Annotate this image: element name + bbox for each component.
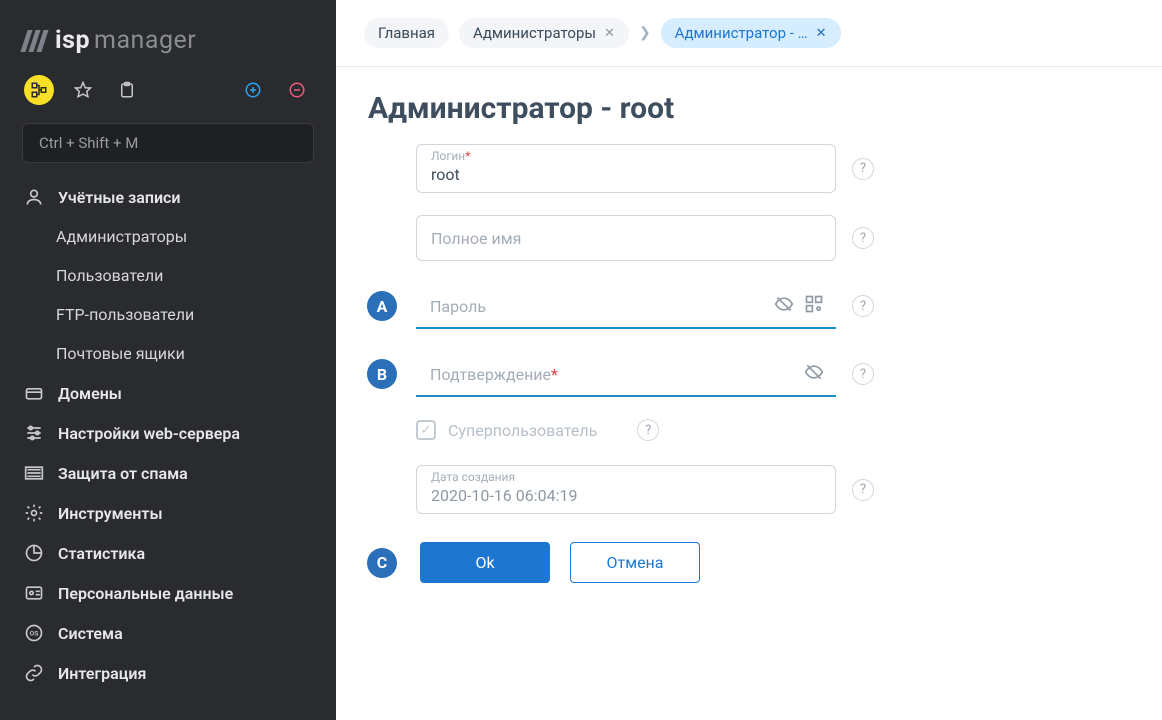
expand-all-icon[interactable]	[238, 75, 268, 105]
sidebar-group-domains[interactable]: Домены	[0, 373, 336, 413]
logo-text-bold: isp	[55, 26, 90, 55]
password-placeholder: Пароль	[430, 297, 486, 316]
sidebar-item-mailboxes[interactable]: Почтовые ящики	[0, 334, 336, 373]
logo-text-light: manager	[94, 26, 196, 55]
main-area: Главная Администраторы ✕ ❯ Администратор…	[336, 0, 1162, 720]
sidebar-item-admins[interactable]: Администраторы	[0, 217, 336, 256]
users-icon	[24, 187, 44, 207]
confirm-placeholder: Подтверждение*	[430, 365, 558, 384]
login-field[interactable]: Логин* root	[416, 144, 836, 193]
chevron-right-icon: ❯	[639, 25, 651, 41]
sliders-icon	[24, 423, 44, 443]
sidebar-group-webserver[interactable]: Настройки web-сервера	[0, 413, 336, 453]
fullname-field[interactable]: Полное имя	[416, 215, 836, 261]
page-title: Администратор - root	[368, 91, 1134, 126]
sidebar-menu: Учётные записи Администраторы Пользовате…	[0, 177, 336, 720]
domains-icon	[24, 383, 44, 403]
sidebar-search-placeholder: Ctrl + Shift + M	[39, 134, 138, 152]
cancel-button[interactable]: Отмена	[570, 542, 700, 583]
help-icon[interactable]: ?	[852, 295, 874, 317]
sidebar: ispmanager Ctrl + Shift + M Учётные запи…	[0, 0, 336, 720]
close-icon[interactable]: ✕	[604, 26, 615, 41]
breadcrumb-home[interactable]: Главная	[364, 18, 449, 48]
superuser-row: ✓ Суперпользователь ?	[416, 419, 1134, 441]
sidebar-group-personal[interactable]: Персональные данные	[0, 573, 336, 613]
eye-icon[interactable]	[774, 294, 794, 318]
id-icon	[24, 583, 44, 603]
logo-bars-icon	[24, 30, 45, 52]
created-value: 2020-10-16 06:04:19	[431, 486, 577, 505]
tree-view-icon[interactable]	[24, 75, 54, 105]
app-logo[interactable]: ispmanager	[0, 0, 336, 75]
help-icon[interactable]: ?	[852, 158, 874, 180]
created-label: Дата создания	[431, 470, 515, 484]
sidebar-group-label: Учётные записи	[58, 188, 181, 207]
confirm-password-field[interactable]: Подтверждение*	[416, 351, 836, 397]
breadcrumb: Главная Администраторы ✕ ❯ Администратор…	[336, 0, 1162, 67]
help-icon[interactable]: ?	[637, 419, 659, 441]
collapse-all-icon[interactable]	[282, 75, 312, 105]
sidebar-group-antispam[interactable]: Защита от спама	[0, 453, 336, 493]
breadcrumb-admins[interactable]: Администраторы ✕	[459, 18, 629, 48]
marker-a: A	[367, 291, 397, 321]
svg-text:OS: OS	[30, 630, 39, 638]
sidebar-item-ftp-users[interactable]: FTP-пользователи	[0, 295, 336, 334]
star-icon[interactable]	[68, 75, 98, 105]
sidebar-item-users[interactable]: Пользователи	[0, 256, 336, 295]
sidebar-iconbar	[0, 75, 336, 119]
close-icon[interactable]: ✕	[816, 26, 827, 41]
fullname-placeholder: Полное имя	[431, 229, 521, 248]
superuser-checkbox[interactable]: ✓	[416, 420, 436, 440]
created-date-field: Дата создания 2020-10-16 06:04:19	[416, 465, 836, 514]
login-value: root	[431, 165, 460, 184]
marker-c: C	[367, 548, 397, 578]
marker-b: B	[367, 359, 397, 389]
generate-password-icon[interactable]	[804, 294, 824, 318]
sidebar-search[interactable]: Ctrl + Shift + M	[22, 123, 314, 163]
os-icon: OS	[24, 623, 44, 643]
login-label: Логин*	[431, 149, 470, 163]
clipboard-icon[interactable]	[112, 75, 142, 105]
eye-icon[interactable]	[804, 362, 824, 386]
gear-icon	[24, 503, 44, 523]
help-icon[interactable]: ?	[852, 479, 874, 501]
sidebar-group-accounts[interactable]: Учётные записи	[0, 177, 336, 217]
ok-button[interactable]: Ok	[420, 542, 550, 583]
sidebar-group-tools[interactable]: Инструменты	[0, 493, 336, 533]
form-content: Администратор - root Логин* root ? Полно…	[336, 67, 1162, 611]
password-field[interactable]: Пароль	[416, 283, 836, 329]
sidebar-group-stats[interactable]: Статистика	[0, 533, 336, 573]
shield-icon	[24, 463, 44, 483]
help-icon[interactable]: ?	[852, 227, 874, 249]
superuser-label: Суперпользователь	[448, 421, 597, 440]
link-icon	[24, 663, 44, 683]
help-icon[interactable]: ?	[852, 363, 874, 385]
sidebar-group-integration[interactable]: Интеграция	[0, 653, 336, 693]
sidebar-group-system[interactable]: OS Система	[0, 613, 336, 653]
piechart-icon	[24, 543, 44, 563]
breadcrumb-current[interactable]: Администратор - … ✕	[661, 18, 841, 48]
